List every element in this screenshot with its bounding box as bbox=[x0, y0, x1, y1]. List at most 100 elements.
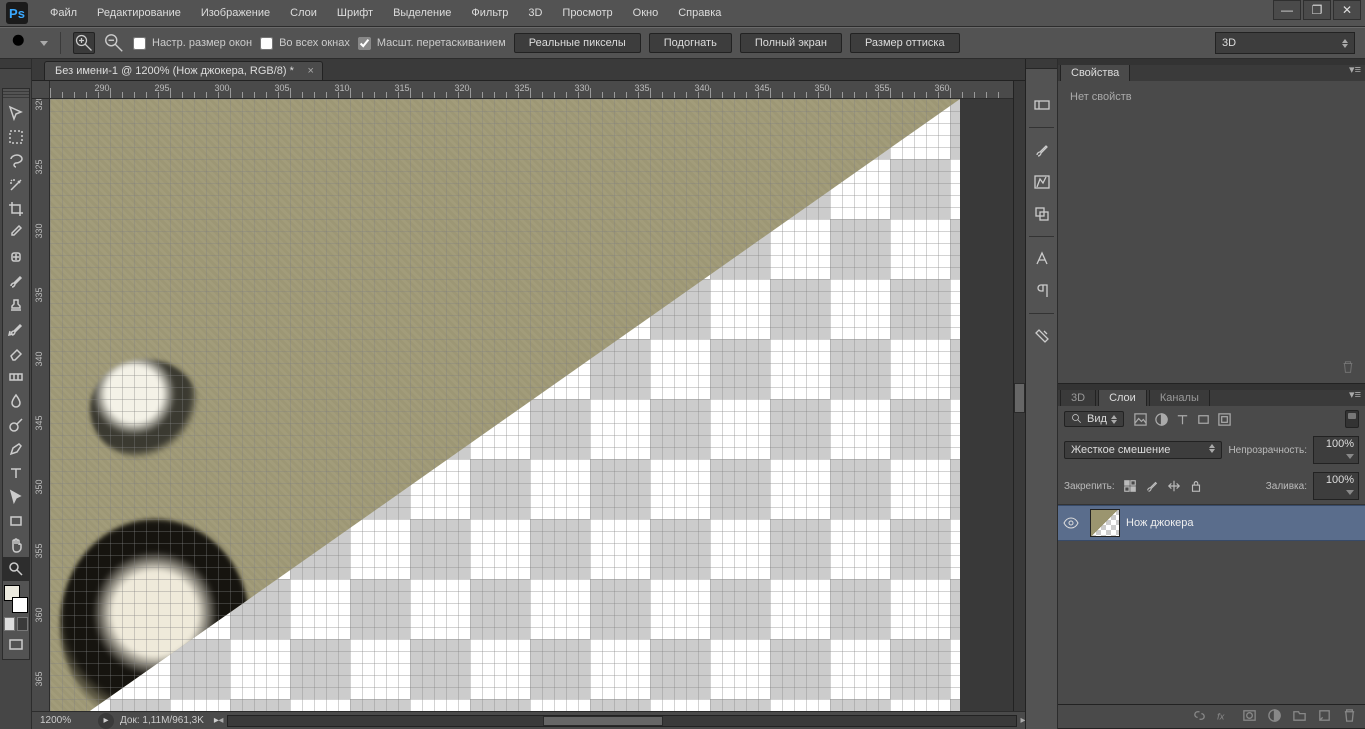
horizontal-scrollbar[interactable]: ◂ ▸ bbox=[227, 715, 1017, 727]
layer-thumbnail[interactable] bbox=[1090, 509, 1120, 537]
canvas[interactable] bbox=[50, 99, 1025, 711]
workspace-mode-select[interactable]: 3D bbox=[1215, 32, 1355, 54]
full-screen-button[interactable]: Полный экран bbox=[740, 33, 842, 53]
trash-icon[interactable] bbox=[1341, 360, 1355, 377]
ruler-vertical[interactable]: 320325330335340345350355360365 bbox=[32, 99, 50, 711]
actual-pixels-button[interactable]: Реальные пикселы bbox=[514, 33, 641, 53]
healing-tool[interactable] bbox=[3, 245, 29, 269]
lock-all-icon[interactable] bbox=[1187, 477, 1205, 495]
paragraph-panel-icon[interactable] bbox=[1028, 277, 1056, 305]
tab-3d[interactable]: 3D bbox=[1060, 389, 1096, 406]
menu-image[interactable]: Изображение bbox=[191, 0, 280, 26]
minimize-button[interactable]: — bbox=[1273, 0, 1301, 20]
dock-grip-right[interactable] bbox=[1026, 59, 1057, 69]
layer-item[interactable]: Нож джокера bbox=[1058, 505, 1365, 541]
filter-adjust-icon[interactable] bbox=[1153, 410, 1171, 428]
document-tab[interactable]: Без имени-1 @ 1200% (Нож джокера, RGB/8)… bbox=[44, 61, 323, 80]
close-icon[interactable]: × bbox=[308, 65, 314, 77]
type-tool[interactable] bbox=[3, 461, 29, 485]
tools-presets-icon[interactable] bbox=[1028, 322, 1056, 350]
menu-select[interactable]: Выделение bbox=[383, 0, 461, 26]
layer-name[interactable]: Нож джокера bbox=[1126, 517, 1194, 529]
rectangle-tool[interactable] bbox=[3, 509, 29, 533]
panel-menu-icon[interactable]: ▾≡ bbox=[1349, 63, 1361, 76]
scroll-thumb[interactable] bbox=[543, 716, 663, 726]
layers-menu-icon[interactable]: ▾≡ bbox=[1349, 388, 1361, 401]
mask-icon[interactable] bbox=[1242, 708, 1257, 726]
doc-info[interactable]: ▸ Док: 1,11M/961,3K ▸ bbox=[98, 713, 219, 729]
panel-icon-1[interactable] bbox=[1028, 91, 1056, 119]
menu-file[interactable]: Файл bbox=[40, 0, 87, 26]
vertical-scrollbar[interactable] bbox=[1013, 81, 1025, 711]
fx-icon[interactable]: fx bbox=[1217, 708, 1232, 726]
tool-preset-dropdown[interactable] bbox=[40, 41, 48, 46]
menu-view[interactable]: Просмотр bbox=[552, 0, 622, 26]
maximize-button[interactable]: ❐ bbox=[1303, 0, 1331, 20]
new-layer-icon[interactable] bbox=[1317, 708, 1332, 726]
filter-toggle[interactable] bbox=[1345, 410, 1359, 428]
print-size-button[interactable]: Размер оттиска bbox=[850, 33, 960, 53]
clone-source-icon[interactable] bbox=[1028, 200, 1056, 228]
lock-position-icon[interactable] bbox=[1165, 477, 1183, 495]
filter-pixel-icon[interactable] bbox=[1132, 410, 1150, 428]
filter-kind-select[interactable]: Вид bbox=[1064, 411, 1124, 427]
zoom-in-icon[interactable] bbox=[73, 32, 95, 54]
eyedropper-tool[interactable] bbox=[3, 221, 29, 245]
menu-filter[interactable]: Фильтр bbox=[461, 0, 518, 26]
resize-windows-checkbox[interactable]: Настр. размер окон bbox=[133, 37, 252, 50]
menu-edit[interactable]: Редактирование bbox=[87, 0, 191, 26]
lock-paint-icon[interactable] bbox=[1143, 477, 1161, 495]
pen-tool[interactable] bbox=[3, 437, 29, 461]
all-windows-checkbox[interactable]: Во всех окнах bbox=[260, 37, 350, 50]
properties-tab[interactable]: Свойства bbox=[1060, 64, 1130, 81]
blend-mode-select[interactable]: Жесткое смешение bbox=[1064, 441, 1222, 459]
brush-panel-icon[interactable] bbox=[1028, 136, 1056, 164]
character-panel-icon[interactable] bbox=[1028, 245, 1056, 273]
move-tool[interactable] bbox=[3, 101, 29, 125]
brush-presets-icon[interactable] bbox=[1028, 168, 1056, 196]
tab-channels[interactable]: Каналы bbox=[1149, 389, 1210, 406]
brush-tool[interactable] bbox=[3, 269, 29, 293]
gradient-tool[interactable] bbox=[3, 365, 29, 389]
visibility-toggle[interactable] bbox=[1058, 515, 1084, 531]
magic-wand-tool[interactable] bbox=[3, 173, 29, 197]
menu-layer[interactable]: Слои bbox=[280, 0, 327, 26]
menu-3d[interactable]: 3D bbox=[518, 0, 552, 26]
background-color[interactable] bbox=[12, 597, 28, 613]
menu-window[interactable]: Окно bbox=[623, 0, 669, 26]
eraser-tool[interactable] bbox=[3, 341, 29, 365]
hand-tool[interactable] bbox=[3, 533, 29, 557]
path-select-tool[interactable] bbox=[3, 485, 29, 509]
scroll-left-arrow[interactable]: ◂ bbox=[214, 716, 228, 726]
marquee-tool[interactable] bbox=[3, 125, 29, 149]
quick-mask-toggle[interactable] bbox=[3, 617, 29, 631]
toolbar-grip[interactable] bbox=[3, 91, 29, 99]
dock-grip[interactable] bbox=[0, 59, 31, 69]
fill-input[interactable]: 100% bbox=[1313, 472, 1359, 500]
zoom-out-icon[interactable] bbox=[103, 32, 125, 54]
history-brush-tool[interactable] bbox=[3, 317, 29, 341]
group-icon[interactable] bbox=[1292, 708, 1307, 726]
crop-tool[interactable] bbox=[3, 197, 29, 221]
scrubby-zoom-checkbox[interactable]: Масшт. перетаскиванием bbox=[358, 37, 506, 50]
menu-type[interactable]: Шрифт bbox=[327, 0, 383, 26]
layer-list[interactable]: Нож джокера bbox=[1058, 505, 1365, 704]
lasso-tool[interactable] bbox=[3, 149, 29, 173]
adjustment-icon[interactable] bbox=[1267, 708, 1282, 726]
dodge-tool[interactable] bbox=[3, 413, 29, 437]
lock-pixels-icon[interactable] bbox=[1121, 477, 1139, 495]
stamp-tool[interactable] bbox=[3, 293, 29, 317]
fit-screen-button[interactable]: Подогнать bbox=[649, 33, 732, 53]
current-tool-icon[interactable] bbox=[10, 32, 32, 54]
menu-help[interactable]: Справка bbox=[668, 0, 731, 26]
filter-smart-icon[interactable] bbox=[1216, 410, 1234, 428]
blur-tool[interactable] bbox=[3, 389, 29, 413]
opacity-input[interactable]: 100% bbox=[1313, 436, 1359, 464]
delete-layer-icon[interactable] bbox=[1342, 708, 1357, 726]
screen-mode-button[interactable] bbox=[3, 633, 29, 657]
filter-type-icon[interactable] bbox=[1174, 410, 1192, 428]
close-button[interactable]: ✕ bbox=[1333, 0, 1361, 20]
tab-layers[interactable]: Слои bbox=[1098, 389, 1147, 406]
ruler-horizontal[interactable]: 2852902953003053103153203253303353403453… bbox=[50, 81, 1025, 99]
filter-shape-icon[interactable] bbox=[1195, 410, 1213, 428]
